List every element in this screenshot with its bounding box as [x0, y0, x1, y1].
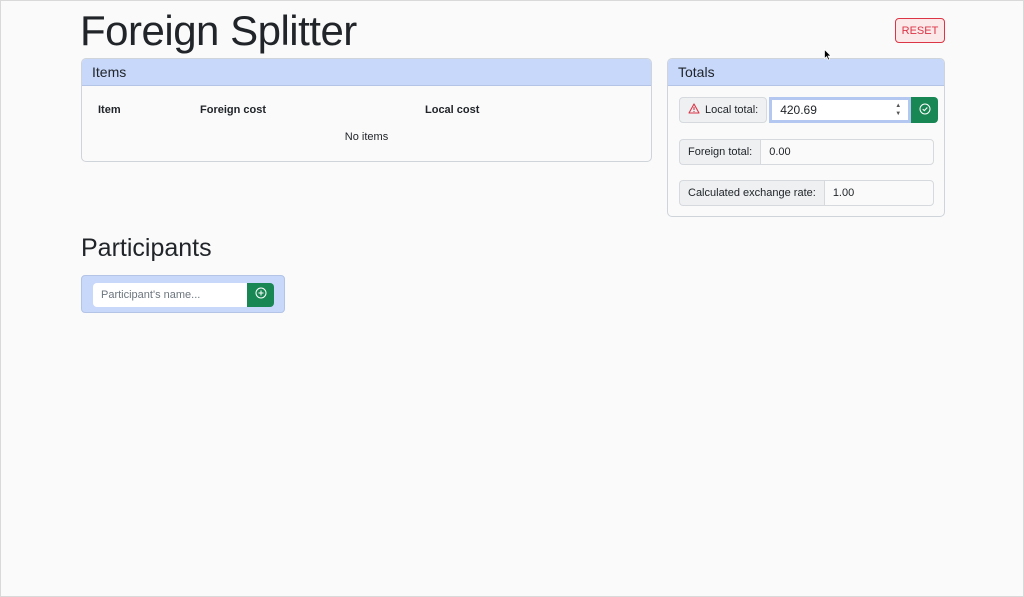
exchange-rate-group: Calculated exchange rate: 1.00 — [679, 180, 934, 206]
empty-items-message: No items — [344, 131, 389, 143]
items-card: Items Item Foreign cost Local cost No it… — [81, 58, 652, 162]
column-header-foreign-cost: Foreign cost — [200, 104, 267, 116]
local-total-label: Local total: — [705, 104, 759, 116]
mouse-cursor-icon — [824, 48, 832, 66]
add-participant-button[interactable] — [247, 283, 274, 307]
plus-circle-icon — [255, 286, 267, 304]
column-header-item: Item — [98, 104, 121, 116]
items-card-header: Items — [82, 59, 651, 86]
number-spinner-icon[interactable]: ▲ ▼ — [894, 102, 902, 120]
foreign-total-group: Foreign total: 0.00 — [679, 139, 934, 165]
participant-name-input[interactable]: Participant's name... — [93, 283, 247, 307]
foreign-total-value: 0.00 — [760, 139, 934, 165]
warning-triangle-icon — [688, 103, 700, 117]
exchange-rate-label: Calculated exchange rate: — [679, 180, 824, 206]
local-total-input[interactable]: 420.69 ▲ ▼ — [769, 97, 912, 123]
totals-card-header: Totals — [668, 59, 944, 86]
exchange-rate-value: 1.00 — [823, 180, 934, 206]
app-title: Foreign Splitter — [80, 7, 357, 54]
totals-card: Totals Local total: 420.69 ▲ ▼ Foreign t… — [667, 58, 945, 217]
participants-title: Participants — [81, 234, 212, 262]
foreign-total-label: Foreign total: — [679, 139, 761, 165]
column-header-local-cost: Local cost — [425, 104, 480, 116]
local-total-label-box: Local total: — [679, 97, 768, 123]
app-window: Foreign Splitter RESET Items Item Foreig… — [0, 0, 1024, 597]
reset-button[interactable]: RESET — [895, 18, 945, 43]
confirm-local-total-button[interactable] — [911, 97, 939, 123]
local-total-input-value: 420.69 — [780, 103, 817, 117]
check-circle-icon — [919, 103, 931, 118]
add-participant-form: Participant's name... — [81, 275, 285, 313]
local-total-group: Local total: 420.69 ▲ ▼ — [679, 97, 939, 123]
